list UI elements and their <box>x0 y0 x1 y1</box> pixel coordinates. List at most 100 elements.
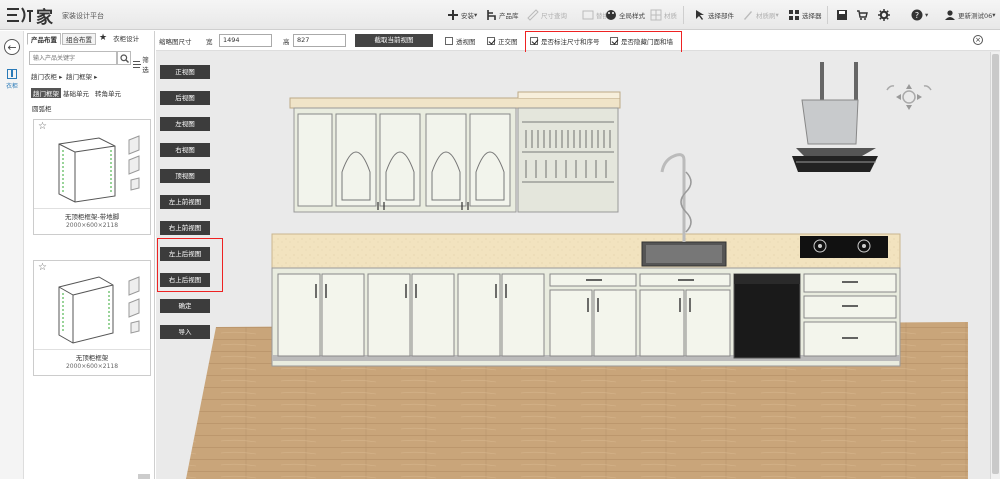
product-name: 无顶柜框架-带地脚 <box>64 213 120 221</box>
favorites-star-icon[interactable]: ★ <box>97 33 109 45</box>
settings-button[interactable] <box>878 8 892 22</box>
built-in-oven <box>733 273 801 359</box>
perspective-checkbox[interactable]: 透视图 <box>445 36 476 46</box>
subcat-basic-unit[interactable]: 基础单元 <box>63 88 89 98</box>
back-view-button[interactable]: 后视图 <box>160 91 210 105</box>
checkbox-box <box>445 37 453 45</box>
left-upper-front-view-button[interactable]: 左上前视图 <box>160 195 210 209</box>
product-library-label: 产品库 <box>499 12 519 20</box>
tab-combo-layout[interactable]: 组合布置 <box>62 33 96 45</box>
confirm-button[interactable]: 确定 <box>160 299 210 313</box>
filter-button[interactable]: 筛选 <box>133 54 154 74</box>
user-menu[interactable]: 更新测试06 ▾ <box>944 8 996 22</box>
material-label: 材质 <box>664 12 677 20</box>
select-parts-button[interactable]: 选择部件 <box>694 8 734 22</box>
highlight-box <box>157 238 223 292</box>
width-input[interactable]: 1494 <box>219 34 272 47</box>
selector-grid-icon <box>788 9 800 21</box>
arrow-left-icon: ← <box>7 40 17 54</box>
help-icon: ? <box>911 9 923 21</box>
wall-cabinet <box>289 91 621 213</box>
brush-icon <box>742 9 754 21</box>
cursor-icon <box>694 9 706 21</box>
save-button[interactable] <box>836 8 850 22</box>
perspective-label: 透视图 <box>456 38 476 46</box>
wardrobe-category-button[interactable]: 衣柜 <box>2 69 22 90</box>
subcat-corner-unit[interactable]: 转角单元 <box>95 88 121 98</box>
product-library-button[interactable]: 产品库 <box>485 8 519 22</box>
capture-view-button[interactable]: 截取当前视图 <box>355 34 433 47</box>
height-label: 高 <box>283 38 290 46</box>
product-panel: 产品布置 组合布置 ★ 衣柜设计 筛选 趟门衣柜 ▸ 趟门框架 ▸ 趟门框架 基… <box>25 31 155 479</box>
breadcrumb-sliding-frame[interactable]: 趟门框架 ▸ <box>66 71 97 81</box>
close-icon[interactable]: × <box>973 35 983 45</box>
grid-icon <box>650 9 662 21</box>
app-logo[interactable]: 家 <box>5 4 54 28</box>
filter-label: 筛选 <box>142 56 149 74</box>
wardrobe-category-label: 衣柜 <box>5 83 18 90</box>
right-view-button[interactable]: 右视图 <box>160 143 210 157</box>
subcat-sliding-frame[interactable]: 趟门框架 <box>31 88 61 98</box>
3d-viewport[interactable] <box>156 52 968 479</box>
list-icon <box>133 60 142 68</box>
chevron-down-icon: ▾ <box>992 11 996 19</box>
view-navigation-control[interactable] <box>884 82 934 112</box>
chair-icon <box>485 9 497 21</box>
cart-button[interactable] <box>856 8 870 22</box>
search-button[interactable] <box>117 51 131 65</box>
material-brush-button[interactable]: 材质刷 ▾ <box>742 8 779 22</box>
selector-label: 选择器 <box>802 12 822 20</box>
back-button[interactable]: ← <box>4 39 20 55</box>
product-dimensions: 2000×600×2118 <box>65 363 119 370</box>
size-query-button[interactable]: 尺寸查询 <box>527 8 567 22</box>
top-toolbar: 家 家装设计平台 安装 ▾ 产品库 尺寸查询 替换 全局样式 材质 选择部件 材质… <box>0 0 1000 30</box>
global-style-button[interactable]: 全局样式 <box>605 8 645 22</box>
thumbnail-size-label: 缩略图尺寸 <box>159 38 192 46</box>
crumb-label: 趟门衣柜 <box>31 73 57 81</box>
breadcrumb-sliding-wardrobe[interactable]: 趟门衣柜 ▸ <box>31 71 62 81</box>
product-card[interactable]: ☆ 无顶柜框架 2000×600×2118 <box>33 260 151 376</box>
toolbar-divider <box>683 6 684 24</box>
product-dimensions: 2000×600×2118 <box>65 222 119 229</box>
main-workspace: 缩略图尺寸 宽 1494 高 827 截取当前视图 透视图 正交图 是否标注尺寸… <box>156 31 1000 479</box>
top-view-button[interactable]: 顶视图 <box>160 169 210 183</box>
left-rail: ← 衣柜 <box>0 31 24 479</box>
global-style-label: 全局样式 <box>619 12 645 20</box>
kitchen-scene <box>186 62 968 479</box>
front-view-button[interactable]: 正视图 <box>160 65 210 79</box>
help-menu[interactable]: ? ▾ <box>911 8 928 22</box>
logo-text: 家 <box>36 7 54 28</box>
selector-button[interactable]: 选择器 <box>788 8 822 22</box>
height-input[interactable]: 827 <box>293 34 346 47</box>
orthographic-label: 正交图 <box>498 38 518 46</box>
faucet <box>660 153 686 242</box>
wardrobe-icon <box>7 69 17 79</box>
svg-text:?: ? <box>915 11 919 20</box>
search-input[interactable] <box>29 51 117 65</box>
right-upper-front-view-button[interactable]: 右上前视图 <box>160 221 210 235</box>
card-divider <box>34 208 150 209</box>
left-view-button[interactable]: 左视图 <box>160 117 210 131</box>
panel-scrollbar[interactable] <box>138 474 150 479</box>
select-parts-label: 选择部件 <box>708 12 734 20</box>
chevron-down-icon: ▾ <box>474 11 478 19</box>
search-icon <box>119 53 129 63</box>
palette-icon <box>605 9 617 21</box>
logo-mark-icon <box>7 7 33 23</box>
material-brush-label: 材质刷 <box>756 12 776 20</box>
product-thumbnail <box>58 135 140 203</box>
platform-name: 家装设计平台 <box>62 12 104 20</box>
highlight-box <box>525 31 682 53</box>
material-button[interactable]: 材质 <box>650 8 677 22</box>
panel-tabs: 产品布置 组合布置 ★ 衣柜设计 <box>27 33 143 46</box>
scrollbar-thumb[interactable] <box>992 54 999 474</box>
viewport-scrollbar[interactable] <box>990 52 1000 479</box>
product-card[interactable]: ☆ 无顶柜框架-带地脚 2000×600×2118 <box>33 119 151 235</box>
orthographic-checkbox[interactable]: 正交图 <box>487 36 518 46</box>
product-thumbnail <box>58 276 140 344</box>
export-button[interactable]: 导入 <box>160 325 210 339</box>
tab-product-layout[interactable]: 产品布置 <box>27 33 61 45</box>
install-menu[interactable]: 安装 ▾ <box>447 8 477 22</box>
tab-wardrobe-design[interactable]: 衣柜设计 <box>110 33 142 45</box>
subcat-arc-cabinet[interactable]: 圆弧柜 <box>32 103 52 113</box>
